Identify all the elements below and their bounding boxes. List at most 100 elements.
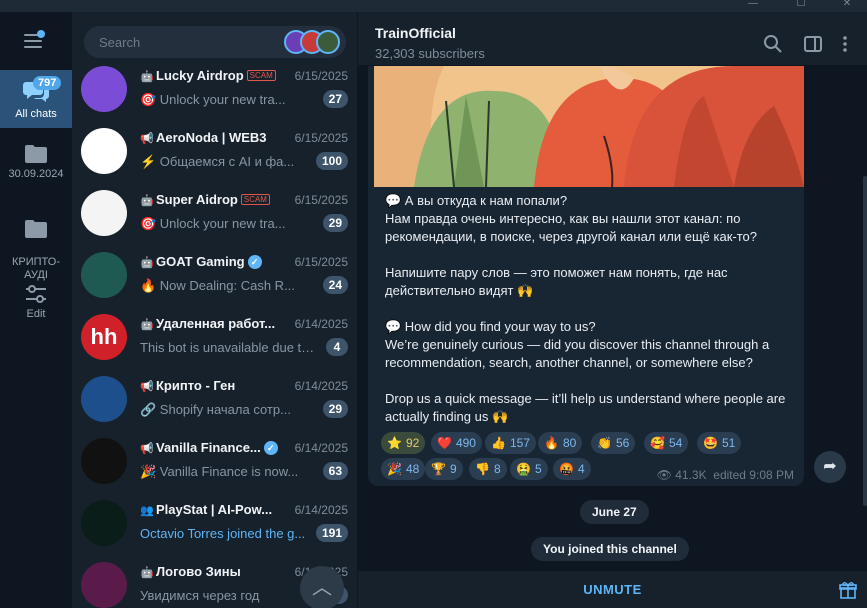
chat-preview: Увидимся через год (140, 588, 260, 603)
chat-avatar (81, 376, 127, 422)
reaction-emoji: ❤️ (437, 436, 452, 450)
chat-title: Крипто - Ген (156, 378, 236, 393)
folders-sidebar: All chats 797 30.09.2024 КРИПТО- АУДІ Ed… (0, 12, 72, 608)
sidebar-toggle-icon[interactable] (803, 34, 823, 54)
chat-name: 🤖 GOAT Gaming ✓ (140, 254, 262, 269)
chat-row[interactable]: 🤖 Super Aidrop SCAM 6/15/2025 🎯 Unlock your … (72, 186, 357, 248)
chat-row[interactable]: 📢 Крипто - Ген 6/14/2025 🔗 Shopify начала с… (72, 372, 357, 434)
minimize-button[interactable]: — (739, 0, 767, 12)
channel-icon: 📢 (140, 443, 154, 455)
reaction-count: 490 (455, 436, 476, 450)
reaction-emoji: 👍 (491, 436, 506, 450)
bot-icon: 🤖 (140, 319, 154, 331)
reaction-button[interactable]: 🥰 54 (644, 432, 689, 454)
reaction-emoji: 🏆 (431, 462, 446, 476)
messages-area[interactable]: 💬 А вы откуда к нам попали? Нам правда о… (358, 66, 867, 570)
story-avatar[interactable] (316, 30, 340, 54)
reaction-count: 48 (405, 462, 420, 476)
reaction-button[interactable]: 🔥 80 (538, 432, 583, 454)
post-meta: 👁 41.3K edited 9:08 PM (657, 468, 794, 482)
folder-all-chats[interactable]: All chats 797 (0, 70, 72, 128)
search-icon[interactable] (763, 34, 783, 54)
stories-strip[interactable] (284, 30, 342, 54)
maximize-button[interactable]: ☐ (787, 0, 815, 12)
post-illustration[interactable] (374, 66, 804, 187)
unread-count: 24 (322, 276, 348, 294)
chat-row[interactable]: 📢 Vanilla Finance... ✓ 6/14/2025 🎉 Vanilla F… (72, 434, 357, 496)
channel-post[interactable]: 💬 А вы откуда к нам попали? Нам правда о… (368, 66, 804, 486)
unread-count: 4 (326, 338, 348, 356)
folder-label: All chats (15, 108, 57, 120)
reaction-button[interactable]: ⭐ 92 (381, 432, 426, 454)
reaction-button[interactable]: 🏆 9 (425, 458, 463, 480)
reaction-button[interactable]: 🎉 48 (381, 458, 426, 480)
chat-date: 6/14/2025 (294, 441, 348, 455)
folder-crypto-audi[interactable]: КРИПТО- АУДІ (0, 206, 72, 281)
share-arrow-icon: ➦ (823, 458, 837, 475)
more-icon[interactable] (835, 34, 855, 54)
chat-row[interactable]: hh 🤖 Удаленная работ... 6/14/2025 This bot i… (72, 310, 357, 372)
reaction-count: 5 (534, 462, 542, 476)
folder-label: 30.09.2024 (8, 168, 64, 180)
reaction-emoji: ⭐ (387, 436, 402, 450)
chat-name: 🤖 Super Aidrop SCAM (140, 192, 270, 207)
date-divider: June 27 (580, 500, 649, 524)
scam-label: SCAM (246, 70, 276, 81)
chat-name: 👥 PlayStat | AI-Pow... (140, 502, 272, 517)
chat-row[interactable]: 🤖 GOAT Gaming ✓ 6/15/2025 🔥 Now Dealing: Cas… (72, 248, 357, 310)
reaction-button[interactable]: 👏 56 (591, 432, 636, 454)
bot-icon: 🤖 (140, 71, 154, 83)
channel-title[interactable]: TrainOfficial (375, 25, 456, 41)
unread-count: 29 (322, 214, 348, 232)
chat-preview: 🎉 Vanilla Finance is now... (140, 464, 299, 479)
chat-name: 📢 Крипто - Ген (140, 378, 235, 393)
folder-edit[interactable]: Edit (0, 284, 72, 328)
reaction-count: 157 (509, 436, 530, 450)
scrollbar[interactable] (863, 176, 867, 506)
chat-name: 🤖 Логово Зины (140, 564, 241, 579)
unmute-button[interactable]: UNMUTE (358, 582, 867, 597)
share-button[interactable]: ➦ (814, 451, 846, 483)
chat-title: Lucky Airdrop (156, 68, 244, 83)
chat-name: 🤖 Lucky Airdrop SCAM (140, 68, 276, 83)
reaction-count: 54 (668, 436, 683, 450)
folder-30-09-2024[interactable]: 30.09.2024 (0, 144, 72, 194)
chat-title: Super Aidrop (156, 192, 238, 207)
reaction-count: 51 (721, 436, 736, 450)
reaction-button[interactable]: 🤩 51 (697, 432, 742, 454)
scam-label: SCAM (240, 194, 270, 205)
close-button[interactable]: ✕ (833, 0, 861, 12)
chat-row[interactable]: 👥 PlayStat | AI-Pow... 6/14/2025 Octavio To… (72, 496, 357, 558)
reaction-button[interactable]: ❤️ 490 (431, 432, 482, 454)
chat-name: 🤖 Удаленная работ... (140, 316, 275, 331)
chat-date: 6/15/2025 (294, 69, 348, 83)
edited-time: edited 9:08 PM (713, 468, 794, 482)
bot-icon: 🤖 (140, 567, 154, 579)
reaction-count: 9 (449, 462, 457, 476)
scroll-up-button[interactable]: ︿ (300, 566, 344, 608)
unread-count: 29 (322, 400, 348, 418)
unread-count: 100 (315, 152, 348, 170)
verified-icon: ✓ (247, 255, 262, 269)
channel-header[interactable]: TrainOfficial 32,303 subscribers (358, 12, 867, 66)
reaction-button[interactable]: 👎 8 (469, 458, 507, 480)
chat-title: PlayStat | AI-Pow... (156, 502, 273, 517)
chat-name: 📢 Vanilla Finance... ✓ (140, 440, 278, 455)
post-text: 💬 А вы откуда к нам попали? Нам правда о… (385, 193, 786, 424)
folder-label: КРИПТО- АУДІ (11, 256, 60, 281)
chat-date: 6/14/2025 (294, 379, 348, 393)
unread-count: 63 (322, 462, 348, 480)
chat-row[interactable]: 🤖 Lucky Airdrop SCAM 6/15/2025 🎯 Unlock your… (72, 62, 357, 124)
reaction-button[interactable]: 🤮 5 (510, 458, 548, 480)
reaction-button[interactable]: 👍 157 (485, 432, 536, 454)
search-input[interactable]: Search (99, 35, 140, 50)
unread-badge: 797 (33, 76, 62, 90)
folder-icon (25, 220, 47, 238)
chat-date: 6/15/2025 (294, 255, 348, 269)
reaction-button[interactable]: 🤬 4 (553, 458, 591, 480)
bot-icon: 🤖 (140, 257, 154, 269)
gift-icon[interactable] (839, 581, 857, 599)
chat-avatar: hh (81, 314, 127, 360)
chat-row[interactable]: 📢 AeroNoda | WEB3 6/15/2025 ⚡ Общаемся с AI… (72, 124, 357, 186)
search-bar[interactable]: Search (84, 26, 346, 58)
